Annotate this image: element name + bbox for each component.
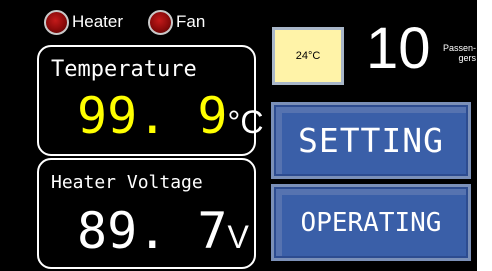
- temperature-panel: Temperature 99. 9°C: [37, 45, 263, 156]
- passenger-label: Passen- gers: [432, 43, 476, 63]
- heater-voltage-label: Heater Voltage: [51, 172, 203, 193]
- temperature-unit: °C: [227, 104, 264, 140]
- fan-lamp-icon: [148, 9, 173, 35]
- hmi-screen: Heater Fan Temperature 99. 9°C Heater Vo…: [0, 0, 477, 271]
- temperature-setpoint-button[interactable]: 24°C: [272, 27, 344, 85]
- temperature-label: Temperature: [51, 57, 197, 82]
- operating-button[interactable]: OPERATING: [271, 184, 471, 261]
- fan-indicator-label: Fan: [176, 12, 206, 31]
- fan-indicator: Fan: [148, 8, 205, 36]
- passenger-label-line2: gers: [458, 53, 476, 63]
- heater-voltage-value-display: 89. 7V: [77, 202, 249, 266]
- setpoint-value: 24°C: [295, 50, 321, 62]
- heater-indicator-label: Heater: [72, 12, 124, 31]
- operating-button-label: OPERATING: [300, 207, 442, 238]
- heater-voltage-unit: V: [227, 219, 249, 255]
- heater-indicator: Heater: [44, 8, 123, 36]
- passenger-label-line1: Passen-: [442, 43, 476, 53]
- temperature-value: 99. 9: [77, 87, 228, 145]
- temperature-value-display: 99. 9°C: [77, 87, 263, 151]
- setting-button-label: SETTING: [297, 121, 445, 160]
- passenger-count: 10: [366, 16, 431, 81]
- heater-lamp-icon: [44, 9, 69, 35]
- heater-voltage-value: 89. 7: [77, 202, 228, 260]
- heater-voltage-panel: Heater Voltage 89. 7V: [37, 158, 256, 269]
- setting-button[interactable]: SETTING: [271, 102, 471, 179]
